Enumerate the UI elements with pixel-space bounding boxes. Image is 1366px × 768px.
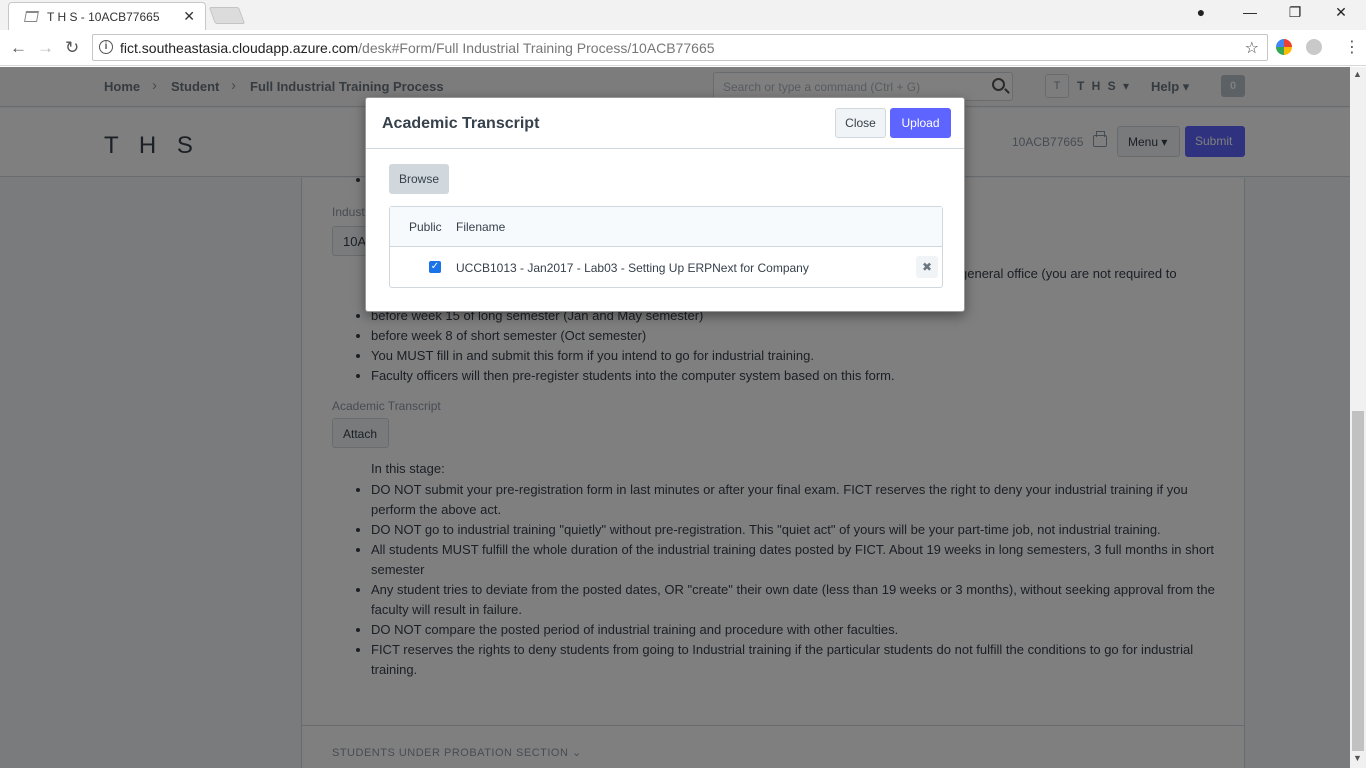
url-text: fict.southeastasia.cloudapp.azure.com/de…	[120, 40, 715, 56]
file-table-header: Public Filename	[390, 207, 942, 247]
tab-close-icon[interactable]: ✕	[183, 8, 195, 25]
modal-header: Academic Transcript Close Upload	[366, 98, 964, 149]
new-tab-button[interactable]	[208, 7, 246, 24]
browser-tab[interactable]: T H S - 10ACB77665 ✕	[8, 2, 206, 30]
browser-menu-icon[interactable]: ⋮	[1344, 37, 1360, 57]
table-row: ✓ UCCB1013 - Jan2017 - Lab03 - Setting U…	[390, 247, 942, 287]
column-header-public: Public	[409, 220, 442, 234]
scroll-up-icon[interactable]: ▲	[1353, 69, 1362, 79]
info-icon[interactable]: i	[99, 40, 113, 54]
extension-icon[interactable]	[1276, 39, 1292, 55]
file-name: UCCB1013 - Jan2017 - Lab03 - Setting Up …	[456, 261, 812, 275]
remove-file-icon[interactable]: ✖	[916, 256, 938, 278]
back-icon[interactable]: ←	[10, 38, 27, 58]
extension-gear-icon[interactable]	[1306, 39, 1322, 55]
column-header-filename: Filename	[456, 220, 506, 234]
browser-tab-bar: T H S - 10ACB77665 ✕ ● — ❐ ✕	[0, 0, 1366, 30]
minimize-icon[interactable]: —	[1240, 4, 1260, 20]
upload-button[interactable]: Upload	[890, 108, 951, 138]
page-scrollbar[interactable]: ▲ ▼	[1350, 67, 1366, 768]
scrollbar-thumb[interactable]	[1352, 411, 1364, 751]
restore-icon[interactable]: ❐	[1285, 4, 1305, 21]
file-table: Public Filename ✓ UCCB1013 - Jan2017 - L…	[389, 206, 943, 288]
close-button[interactable]: Close	[835, 108, 886, 138]
window-close-icon[interactable]: ✕	[1331, 4, 1351, 21]
profile-icon[interactable]: ●	[1191, 4, 1211, 20]
address-bar[interactable]: i fict.southeastasia.cloudapp.azure.com/…	[92, 34, 1268, 61]
browse-button[interactable]: Browse	[389, 164, 449, 194]
forward-icon[interactable]: →	[37, 38, 54, 58]
reload-icon[interactable]: ↻	[65, 38, 79, 58]
browser-toolbar: ← → ↻ i fict.southeastasia.cloudapp.azur…	[0, 30, 1366, 66]
tab-title: T H S - 10ACB77665	[47, 10, 160, 24]
upload-dialog: Academic Transcript Close Upload Browse …	[365, 97, 965, 312]
public-checkbox[interactable]: ✓	[429, 261, 441, 273]
scroll-down-icon[interactable]: ▼	[1353, 753, 1362, 763]
bookmark-star-icon[interactable]: ☆	[1245, 38, 1259, 58]
modal-title: Academic Transcript	[382, 115, 540, 132]
favicon-icon	[24, 11, 39, 22]
